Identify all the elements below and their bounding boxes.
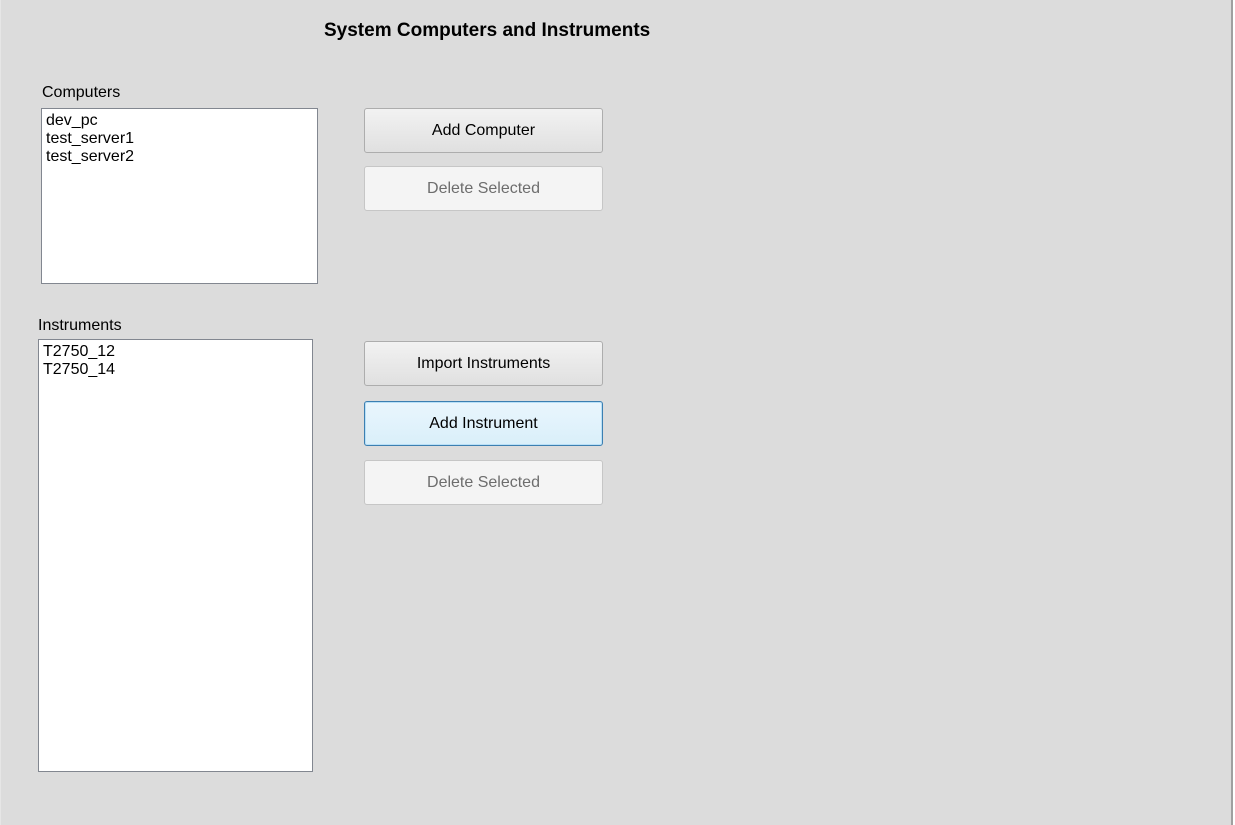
add-instrument-button[interactable]: Add Instrument: [364, 401, 603, 446]
list-item[interactable]: test_server1: [46, 130, 313, 148]
list-item[interactable]: test_server2: [46, 148, 313, 166]
list-item[interactable]: T2750_14: [43, 361, 308, 379]
instruments-label: Instruments: [38, 317, 122, 334]
delete-selected-instrument-button[interactable]: Delete Selected: [364, 460, 603, 505]
instruments-listbox[interactable]: T2750_12 T2750_14: [38, 339, 313, 772]
import-instruments-button[interactable]: Import Instruments: [364, 341, 603, 386]
list-item[interactable]: T2750_12: [43, 343, 308, 361]
list-item[interactable]: dev_pc: [46, 112, 313, 130]
main-window: System Computers and Instruments Compute…: [0, 0, 1233, 825]
page-title: System Computers and Instruments: [324, 20, 651, 41]
delete-selected-computer-button[interactable]: Delete Selected: [364, 166, 603, 211]
add-computer-button[interactable]: Add Computer: [364, 108, 603, 153]
computers-label: Computers: [42, 84, 121, 101]
computers-listbox[interactable]: dev_pc test_server1 test_server2: [41, 108, 318, 284]
